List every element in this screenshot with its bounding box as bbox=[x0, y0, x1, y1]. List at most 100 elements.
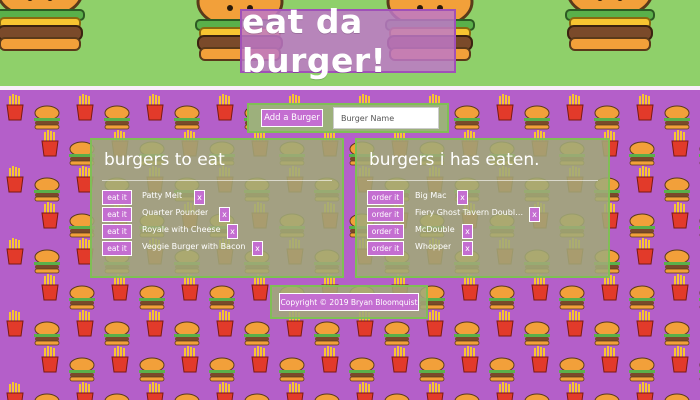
burger-icon bbox=[453, 393, 481, 400]
fries-icon bbox=[146, 309, 164, 337]
panel-divider bbox=[367, 180, 598, 181]
burgers-eaten-panel: burgers i has eaten. order it Big Mac x … bbox=[355, 138, 610, 278]
burger-icon bbox=[103, 393, 131, 400]
panel-divider bbox=[102, 180, 332, 181]
eat-it-button[interactable]: eat it bbox=[102, 207, 132, 222]
burger-icon bbox=[103, 321, 131, 346]
fries-icon bbox=[636, 165, 654, 193]
burger-name-input[interactable] bbox=[333, 107, 439, 129]
delete-button[interactable]: x bbox=[529, 207, 540, 222]
burger-icon bbox=[663, 105, 691, 130]
fries-icon bbox=[41, 273, 59, 301]
fries-icon bbox=[636, 381, 654, 400]
panel-title-to-eat: burgers to eat bbox=[104, 150, 225, 170]
header-banner: eat da burger! bbox=[0, 0, 700, 86]
eat-it-button[interactable]: eat it bbox=[102, 190, 132, 205]
fries-icon bbox=[636, 93, 654, 121]
burger-name: Royale with Cheese bbox=[142, 225, 221, 234]
fries-icon bbox=[636, 237, 654, 265]
fries-icon bbox=[41, 345, 59, 373]
burger-icon bbox=[558, 357, 586, 382]
burger-icon bbox=[208, 357, 236, 382]
order-it-button[interactable]: order it bbox=[367, 207, 404, 222]
burger-icon bbox=[243, 393, 271, 400]
fries-icon bbox=[566, 93, 584, 121]
burger-icon bbox=[33, 249, 61, 274]
burger-icon bbox=[663, 321, 691, 346]
order-it-button[interactable]: order it bbox=[367, 190, 404, 205]
fries-icon bbox=[286, 381, 304, 400]
burger-icon bbox=[33, 321, 61, 346]
burger-icon bbox=[278, 357, 306, 382]
burger-icon bbox=[33, 105, 61, 130]
fries-icon bbox=[76, 309, 94, 337]
burger-icon bbox=[383, 393, 411, 400]
burger-icon bbox=[628, 213, 656, 238]
fries-icon bbox=[671, 129, 689, 157]
burger-icon bbox=[243, 321, 271, 346]
delete-button[interactable]: x bbox=[462, 241, 473, 256]
fries-icon bbox=[496, 93, 514, 121]
fries-icon bbox=[636, 309, 654, 337]
delete-button[interactable]: x bbox=[462, 224, 473, 239]
fries-icon bbox=[496, 309, 514, 337]
delete-button[interactable]: x bbox=[457, 190, 468, 205]
fries-icon bbox=[321, 345, 339, 373]
fries-icon bbox=[426, 381, 444, 400]
fries-icon bbox=[531, 345, 549, 373]
burger-icon bbox=[663, 249, 691, 274]
delete-button[interactable]: x bbox=[219, 207, 230, 222]
fries-icon bbox=[6, 93, 24, 121]
add-burger-form: Add a Burger bbox=[247, 103, 449, 133]
burger-icon bbox=[208, 285, 236, 310]
burger-name: Fiery Ghost Tavern Double ... bbox=[415, 208, 525, 217]
burger-icon bbox=[593, 321, 621, 346]
burger-icon bbox=[663, 393, 691, 400]
burger-icon bbox=[523, 105, 551, 130]
burger-icon bbox=[628, 285, 656, 310]
page-title: eat da burger! bbox=[242, 2, 387, 80]
panel-title-eaten: burgers i has eaten. bbox=[369, 150, 540, 170]
burger-icon bbox=[173, 393, 201, 400]
delete-button[interactable]: x bbox=[252, 241, 263, 256]
fries-icon bbox=[251, 345, 269, 373]
burger-icon bbox=[488, 357, 516, 382]
burger-icon bbox=[33, 177, 61, 202]
burger-icon bbox=[628, 141, 656, 166]
burger-icon bbox=[313, 393, 341, 400]
eat-it-button[interactable]: eat it bbox=[102, 241, 132, 256]
fries-icon bbox=[181, 345, 199, 373]
burger-icon bbox=[593, 393, 621, 400]
fries-icon bbox=[566, 309, 584, 337]
delete-button[interactable]: x bbox=[227, 224, 238, 239]
fries-icon bbox=[216, 381, 234, 400]
add-burger-button[interactable]: Add a Burger bbox=[261, 109, 323, 127]
eat-it-button[interactable]: eat it bbox=[102, 224, 132, 239]
burger-icon bbox=[138, 285, 166, 310]
fries-icon bbox=[41, 129, 59, 157]
burger-icon bbox=[663, 177, 691, 202]
burger-name: Big Mac bbox=[415, 191, 447, 200]
burger-icon bbox=[103, 105, 131, 130]
fries-icon bbox=[671, 201, 689, 229]
order-it-button[interactable]: order it bbox=[367, 241, 404, 256]
burger-name: Whopper bbox=[415, 242, 452, 251]
burger-name: Quarter Pounder bbox=[142, 208, 209, 217]
burger-icon bbox=[453, 321, 481, 346]
burger-icon bbox=[488, 285, 516, 310]
header-title-box: eat da burger! bbox=[240, 2, 456, 80]
burger-icon bbox=[523, 321, 551, 346]
burger-name: Veggie Burger with Bacon bbox=[142, 242, 246, 251]
burger-icon bbox=[173, 105, 201, 130]
burger-icon bbox=[348, 357, 376, 382]
fries-icon bbox=[426, 309, 444, 337]
order-it-button[interactable]: order it bbox=[367, 224, 404, 239]
fries-icon bbox=[496, 381, 514, 400]
fries-icon bbox=[76, 93, 94, 121]
burger-icon bbox=[453, 105, 481, 130]
delete-button[interactable]: x bbox=[194, 190, 205, 205]
fries-icon bbox=[76, 381, 94, 400]
burger-icon bbox=[313, 321, 341, 346]
fries-icon bbox=[601, 345, 619, 373]
fries-icon bbox=[146, 93, 164, 121]
